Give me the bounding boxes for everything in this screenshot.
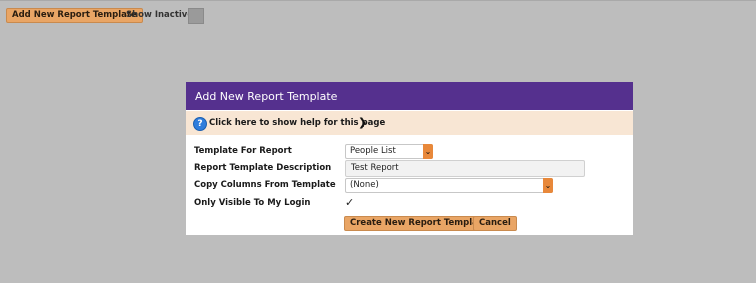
dialog-header: Add New Report Template — [186, 82, 633, 110]
chevron-right-icon: ❯ — [358, 116, 368, 129]
show-inactive-label: Show Inactive — [126, 10, 194, 20]
report-template-description-input[interactable]: Test Report — [345, 160, 585, 177]
dialog-title: Add New Report Template — [195, 90, 338, 103]
show-inactive-checkbox[interactable] — [188, 8, 204, 24]
report-template-description-label: Report Template Description — [194, 163, 332, 173]
help-bar[interactable]: ? Click here to show help for this page … — [186, 111, 633, 135]
report-template-description-value: Test Report — [351, 163, 399, 173]
template-for-report-select[interactable]: People List ⌄ — [345, 144, 433, 159]
add-new-report-template-button[interactable]: Add New Report Template — [6, 8, 143, 23]
cancel-button[interactable]: Cancel — [473, 216, 517, 231]
chevron-down-icon[interactable]: ⌄ — [423, 144, 433, 159]
create-new-report-template-button[interactable]: Create New Report Template — [344, 216, 494, 231]
only-visible-checkbox[interactable]: ✓ — [345, 197, 356, 208]
copy-columns-select[interactable]: (None) ⌄ — [345, 178, 553, 193]
chevron-down-icon[interactable]: ⌄ — [543, 178, 553, 193]
template-for-report-label: Template For Report — [194, 146, 292, 156]
add-report-template-dialog: Add New Report Template ? Click here to … — [186, 82, 633, 235]
copy-columns-value: (None) — [350, 180, 379, 190]
only-visible-label: Only Visible To My Login — [194, 198, 311, 208]
top-divider — [0, 0, 756, 1]
template-for-report-value: People List — [350, 146, 396, 156]
help-icon: ? — [193, 117, 207, 131]
copy-columns-label: Copy Columns From Template — [194, 180, 336, 190]
